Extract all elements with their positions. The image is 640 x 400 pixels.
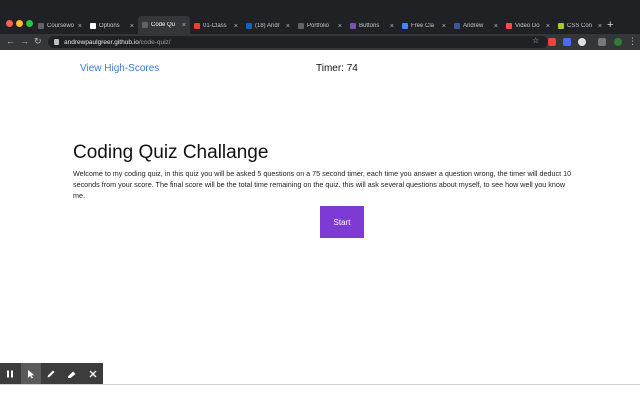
tab-close-icon[interactable]: × <box>598 23 602 30</box>
quiz-description: Welcome to my coding quiz, in this quiz … <box>73 169 572 200</box>
favicon-icon <box>454 23 460 29</box>
profile-avatar[interactable] <box>614 38 622 46</box>
url-path: /code-quiz/ <box>138 38 171 46</box>
browser-tab[interactable]: Coursewo × <box>34 18 86 34</box>
browser-tab[interactable]: Andrew × <box>450 18 502 34</box>
tab-label: Portfolio <box>307 23 330 29</box>
favicon-icon <box>38 23 44 29</box>
tab-close-icon[interactable]: × <box>234 23 238 30</box>
timer-label: Timer: <box>316 63 347 74</box>
address-bar[interactable]: andrewpaulgreer.github.io/code-quiz/ <box>48 36 548 48</box>
tab-close-icon[interactable]: × <box>286 23 290 30</box>
lock-icon <box>54 39 59 45</box>
window-minimize-button[interactable] <box>16 20 23 27</box>
tab-label: Code Qu <box>151 22 176 28</box>
back-icon[interactable]: ← <box>6 35 15 47</box>
drawing-toolbar <box>0 363 103 385</box>
tab-label: 01-Class <box>203 23 227 29</box>
tab-label: (18) Andr <box>255 23 280 29</box>
forward-icon[interactable]: → <box>20 35 29 47</box>
pause-icon[interactable] <box>0 363 21 385</box>
browser-tab[interactable]: Free Cla × <box>398 18 450 34</box>
favicon-icon <box>402 23 408 29</box>
page-title: Coding Quiz Challange <box>73 142 269 163</box>
browser-tab[interactable]: Portfolio × <box>294 18 346 34</box>
timer-value: 74 <box>346 63 358 74</box>
tab-label: Free Cla <box>411 23 435 29</box>
timer: Timer: 74 <box>316 63 358 74</box>
extension-icon[interactable] <box>598 38 606 46</box>
page-content: View High-Scores Timer: 74 Coding Quiz C… <box>0 50 640 384</box>
favicon-icon <box>194 23 200 29</box>
cursor-icon[interactable] <box>20 363 42 385</box>
favicon-icon <box>506 23 512 29</box>
close-icon[interactable] <box>82 363 103 385</box>
tab-label: Buttons <box>359 23 380 29</box>
browser-tab[interactable]: Buttons × <box>346 18 398 34</box>
tab-label: Video Do <box>515 23 540 29</box>
browser-tab[interactable]: Code Qu × <box>138 16 190 34</box>
view-highscores-link[interactable]: View High-Scores <box>80 63 159 74</box>
window-close-button[interactable] <box>6 20 13 27</box>
pen-icon[interactable] <box>41 363 62 385</box>
extension-icon[interactable] <box>563 38 571 46</box>
tab-close-icon[interactable]: × <box>390 23 394 30</box>
tab-close-icon[interactable]: × <box>130 23 134 30</box>
browser-tab[interactable]: 01-Class × <box>190 18 242 34</box>
browser-tab[interactable]: Options × <box>86 18 138 34</box>
tab-label: Andrew <box>463 23 484 29</box>
favicon-icon <box>142 22 148 28</box>
tab-label: CSS Con <box>567 23 593 29</box>
tab-close-icon[interactable]: × <box>494 23 498 30</box>
favicon-icon <box>90 23 96 29</box>
browser-tab[interactable]: (18) Andr × <box>242 18 294 34</box>
tab-close-icon[interactable]: × <box>182 22 186 29</box>
tab-label: Options <box>99 23 120 29</box>
favicon-icon <box>246 23 252 29</box>
window-maximize-button[interactable] <box>26 20 33 27</box>
new-tab-button[interactable]: + <box>607 18 613 32</box>
browser-tab[interactable]: Video Do × <box>502 18 554 34</box>
browser-tab[interactable]: CSS Con × <box>554 18 606 34</box>
favicon-icon <box>558 23 564 29</box>
divider <box>0 384 640 385</box>
favicon-icon <box>298 23 304 29</box>
tab-close-icon[interactable]: × <box>338 23 342 30</box>
extension-icon[interactable] <box>578 38 586 46</box>
reload-icon[interactable]: ↻ <box>34 35 42 47</box>
url-host: andrewpaulgreer.github.io <box>64 38 139 46</box>
highlighter-icon[interactable] <box>62 363 83 385</box>
tab-close-icon[interactable]: × <box>78 23 82 30</box>
tab-close-icon[interactable]: × <box>546 23 550 30</box>
browser-menu-icon[interactable]: ⋮ <box>628 35 637 47</box>
favicon-icon <box>350 23 356 29</box>
extension-icon[interactable] <box>548 38 556 46</box>
tab-label: Coursewo <box>47 23 75 29</box>
start-button[interactable]: Start <box>320 206 364 238</box>
tab-close-icon[interactable]: × <box>442 23 446 30</box>
bookmark-star-icon[interactable]: ☆ <box>532 35 539 47</box>
